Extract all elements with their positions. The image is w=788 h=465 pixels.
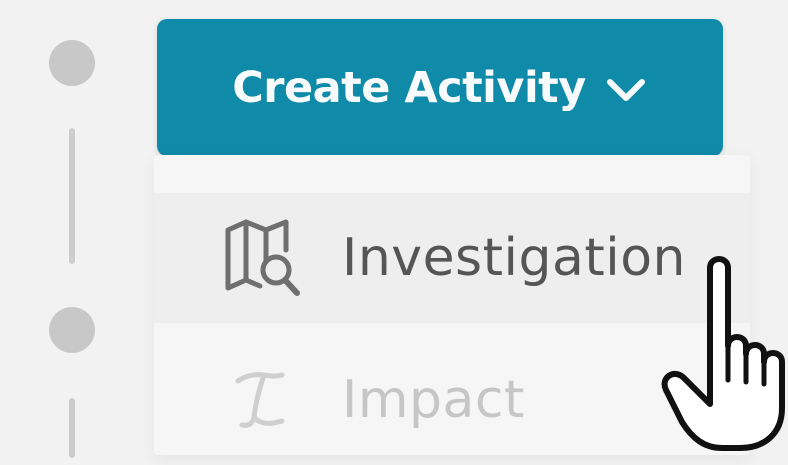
map-search-icon: [224, 216, 304, 300]
timeline-line: [69, 398, 75, 458]
menu-item-impact-label: Impact: [342, 370, 525, 430]
menu-item-investigation-label: Investigation: [342, 228, 686, 288]
timeline-line: [69, 128, 75, 264]
chevron-down-icon: [604, 75, 648, 105]
integral-icon: [224, 365, 294, 435]
timeline-dot: [49, 307, 95, 353]
create-activity-button[interactable]: Create Activity: [157, 19, 723, 156]
menu-item-investigation[interactable]: Investigation: [154, 193, 750, 323]
menu-item-impact[interactable]: Impact: [154, 335, 750, 465]
create-activity-menu: Investigation Impact: [154, 155, 750, 455]
create-activity-label: Create Activity: [232, 62, 586, 113]
timeline-dot: [49, 40, 95, 86]
